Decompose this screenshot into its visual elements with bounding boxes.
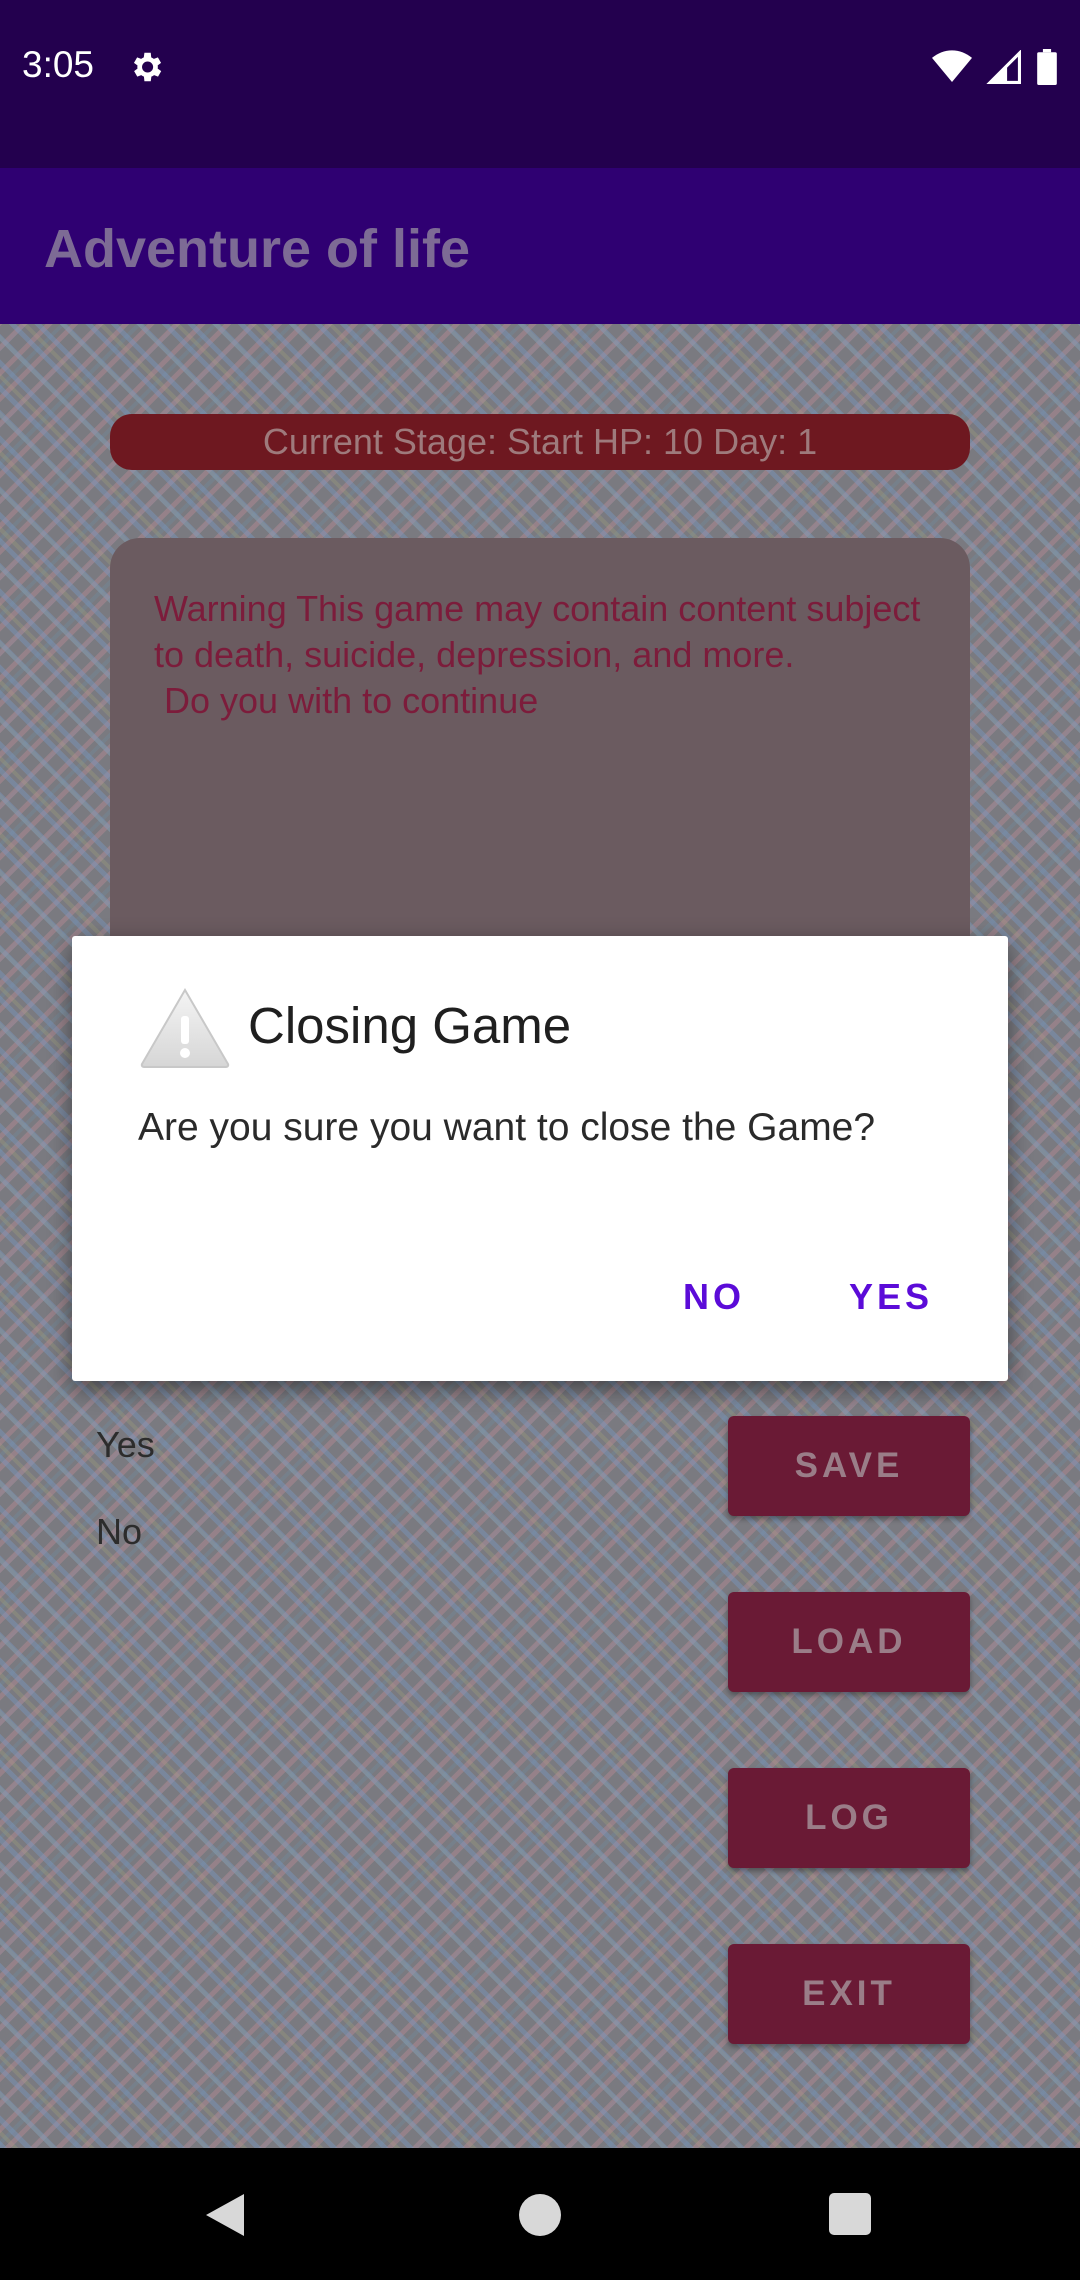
exit-button[interactable]: EXIT (728, 1944, 970, 2044)
back-icon[interactable] (204, 2192, 246, 2238)
story-text: Warning This game may contain content su… (154, 588, 921, 721)
gear-icon (133, 52, 162, 82)
yes-button[interactable]: YES (849, 1276, 933, 1318)
dialog-title: Closing Game (248, 997, 572, 1054)
dialog-message: Are you sure you want to close the Game? (138, 1106, 876, 1149)
battery-icon (1037, 49, 1057, 85)
choice-no[interactable]: No (96, 1511, 142, 1553)
choice-yes[interactable]: Yes (96, 1424, 155, 1466)
save-button[interactable]: SAVE (728, 1416, 970, 1516)
recents-icon[interactable] (829, 2193, 871, 2235)
navigation-bar (0, 2148, 1080, 2280)
status-icons (932, 48, 1058, 86)
stage-status-bar: Current Stage: Start HP: 10 Day: 1 (110, 414, 970, 470)
wifi-icon (932, 50, 972, 82)
signal-icon (986, 50, 1021, 84)
warning-icon (140, 988, 230, 1068)
home-icon[interactable] (519, 2194, 561, 2236)
close-game-dialog: Closing Game Are you sure you want to cl… (72, 936, 1008, 1381)
status-bar: 3:05 (0, 0, 1080, 168)
log-button[interactable]: LOG (728, 1768, 970, 1868)
load-button[interactable]: LOAD (728, 1592, 970, 1692)
status-time: 3:05 (22, 44, 95, 85)
app-title: Adventure of life (44, 219, 471, 279)
screen: 3:05 Adventure of life Current Stage: St… (0, 0, 1080, 2280)
no-button[interactable]: NO (683, 1276, 745, 1318)
app-bar: Adventure of life (0, 168, 1080, 324)
